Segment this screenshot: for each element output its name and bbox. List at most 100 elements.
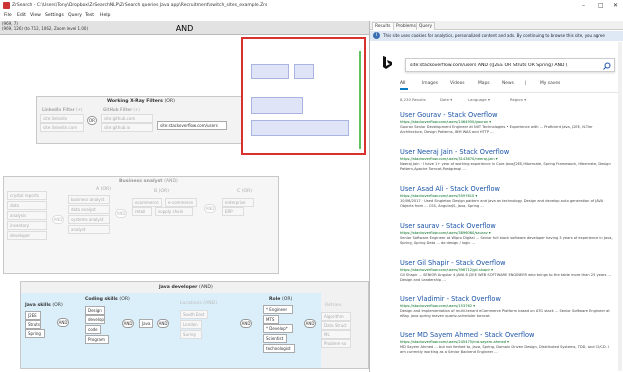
results-scrollbar[interactable]: [618, 42, 622, 371]
java-term[interactable]: Java: [139, 319, 153, 328]
business-term[interactable]: crystal reports: [7, 191, 47, 200]
location-item[interactable]: London: [180, 320, 202, 329]
group-b-item[interactable]: ecommerce: [132, 198, 162, 207]
retrieval-item[interactable]: Algorithm: [321, 312, 351, 321]
minimize-button[interactable]: –: [582, 2, 585, 9]
coding-skill-item[interactable]: code: [85, 325, 101, 334]
result-url[interactable]: https://stackoverflow.com/users/3143670/…: [400, 157, 615, 161]
region-filter[interactable]: Region ▾: [510, 97, 526, 102]
search-icon[interactable]: [603, 62, 611, 70]
location-item[interactable]: South East: [180, 310, 208, 319]
role-item[interactable]: Scientist: [263, 334, 287, 343]
retrieval-item[interactable]: Problem-so: [321, 339, 351, 348]
search-tab-news[interactable]: News: [502, 81, 514, 86]
and-operator[interactable]: AND: [240, 319, 252, 328]
coding-skill-item[interactable]: Program: [85, 335, 109, 344]
result-url[interactable]: https://stackoverflow.com/users/245475/m…: [400, 340, 615, 344]
close-button[interactable]: ✕: [613, 2, 618, 9]
or-operator[interactable]: OR: [87, 116, 97, 125]
result-url[interactable]: https://stackoverflow.com/users/1464950/…: [400, 120, 615, 124]
role-item[interactable]: * Engineer: [263, 305, 293, 314]
maximize-button[interactable]: □: [598, 2, 604, 9]
result-title[interactable]: User saurav - Stack Overflow: [400, 222, 615, 230]
search-tab-videos[interactable]: Videos: [450, 81, 465, 86]
result-title[interactable]: User Gourav - Stack Overflow: [400, 111, 615, 119]
location-item[interactable]: Surrey: [180, 330, 202, 339]
window-title: ZrSearch - C:\Users\Tony\Dropbox\ZrSearc…: [12, 3, 268, 8]
group-c-item[interactable]: ERP: [222, 207, 244, 216]
retrieval-item[interactable]: Data Struct: [321, 321, 351, 330]
group-b-item[interactable]: retail: [132, 207, 152, 216]
tab-results[interactable]: Results: [372, 22, 394, 30]
github-item[interactable]: site:github.com: [101, 114, 153, 123]
search-tab-images[interactable]: Images: [422, 81, 438, 86]
and-operator[interactable]: AND: [57, 318, 69, 327]
group-b-item[interactable]: supply chain: [155, 207, 193, 216]
result-url[interactable]: https://stackoverflow.com/users/5597610 …: [400, 194, 615, 198]
business-term[interactable]: inventory: [7, 221, 47, 230]
group-a-item[interactable]: business analyst: [68, 195, 110, 204]
linkedin-item[interactable]: site:linkedin.com: [40, 123, 84, 132]
and-operator[interactable]: AND: [157, 319, 169, 328]
xray-filters-card[interactable]: Working X-Ray Filters (OR) LinkedIn Filt…: [36, 96, 242, 144]
date-filter[interactable]: Date ▾: [440, 97, 452, 102]
stackoverflow-filter[interactable]: site:stackoverflow.com/users: [157, 121, 227, 130]
tab-query[interactable]: Query: [416, 22, 436, 30]
search-tab-divider: |: [525, 81, 527, 86]
group-a-item[interactable]: analyst: [68, 225, 110, 234]
retrieval-item[interactable]: ML: [321, 330, 351, 339]
group-c-item[interactable]: enterprise: [222, 198, 254, 207]
group-a-item[interactable]: systems analyst: [68, 215, 110, 224]
result-url[interactable]: https://stackoverflow.com/users/3896060/…: [400, 231, 615, 235]
menu-file[interactable]: File: [4, 13, 12, 18]
and-operator[interactable]: AND: [115, 209, 127, 218]
business-analyst-card[interactable]: Business analyst (AND) crystal reports d…: [3, 176, 279, 274]
result-title[interactable]: User Asad Ali - Stack Overflow: [400, 185, 615, 193]
and-operator[interactable]: AND: [204, 204, 216, 213]
github-item[interactable]: site:github.io: [101, 123, 153, 132]
result-url[interactable]: https://stackoverflow.com/users/153762 ▾: [400, 304, 615, 308]
business-term[interactable]: data: [7, 201, 47, 210]
bing-logo-icon[interactable]: [382, 56, 392, 70]
and-operator[interactable]: AND: [122, 319, 134, 328]
java-developer-card[interactable]: Java developer (AND) Java skills (OR) J2…: [20, 281, 369, 369]
menu-query[interactable]: Query: [68, 13, 82, 18]
java-skill-item[interactable]: Spring: [25, 329, 45, 338]
role-item[interactable]: MTS: [263, 315, 279, 324]
language-filter[interactable]: Language ▾: [468, 97, 490, 102]
menu-help[interactable]: Help: [100, 13, 110, 18]
linkedin-item[interactable]: site:linkedin: [40, 114, 84, 123]
result-title[interactable]: User Neeraj Jain - Stack Overflow: [400, 148, 615, 156]
result-title[interactable]: User Gil Shapir - Stack Overflow: [400, 259, 615, 267]
result-url[interactable]: https://stackoverflow.com/users/396712/g…: [400, 268, 615, 272]
minimap[interactable]: [241, 37, 366, 155]
java-skill-item[interactable]: Struts: [25, 320, 41, 329]
role-item[interactable]: technologist: [263, 344, 295, 353]
search-tab-my-saves[interactable]: My saves: [540, 81, 560, 86]
linkedin-filter-label: LinkedIn Filter (+): [42, 107, 83, 112]
java-skill-item[interactable]: J2EE: [25, 311, 41, 320]
info-icon: i: [373, 32, 380, 39]
menu-edit[interactable]: Edit: [17, 13, 26, 18]
result-title[interactable]: User MD Sayem Ahmed - Stack Overflow: [400, 331, 615, 339]
search-query[interactable]: site:stackoverflow.com/users AND ((J2EE …: [410, 63, 598, 68]
business-term[interactable]: developer: [7, 231, 47, 240]
search-input[interactable]: site:stackoverflow.com/users AND ((J2EE …: [405, 58, 615, 72]
menu-test[interactable]: Test: [85, 13, 94, 18]
coding-skill-item[interactable]: Design: [85, 306, 105, 315]
menu-settings[interactable]: Settings: [45, 13, 64, 18]
group-b-item[interactable]: e-commerce: [165, 198, 197, 207]
and-operator[interactable]: AND: [304, 319, 316, 328]
minimap-block: [294, 64, 314, 79]
group-a-item[interactable]: data analyst: [68, 205, 110, 214]
coding-skill-item[interactable]: develop: [85, 315, 105, 324]
result-snippet: Gourav Senior Development Engineer at NI…: [400, 125, 593, 134]
search-tab-maps[interactable]: Maps: [478, 81, 490, 86]
role-item[interactable]: * Develop*: [263, 324, 293, 333]
and-operator[interactable]: AND: [52, 215, 64, 224]
search-tab-all[interactable]: All: [400, 81, 405, 86]
business-term[interactable]: analysis: [7, 211, 47, 220]
tab-problems[interactable]: Problems: [393, 22, 419, 30]
menu-view[interactable]: View: [30, 13, 41, 18]
result-title[interactable]: User Vladimir - Stack Overflow: [400, 295, 615, 303]
